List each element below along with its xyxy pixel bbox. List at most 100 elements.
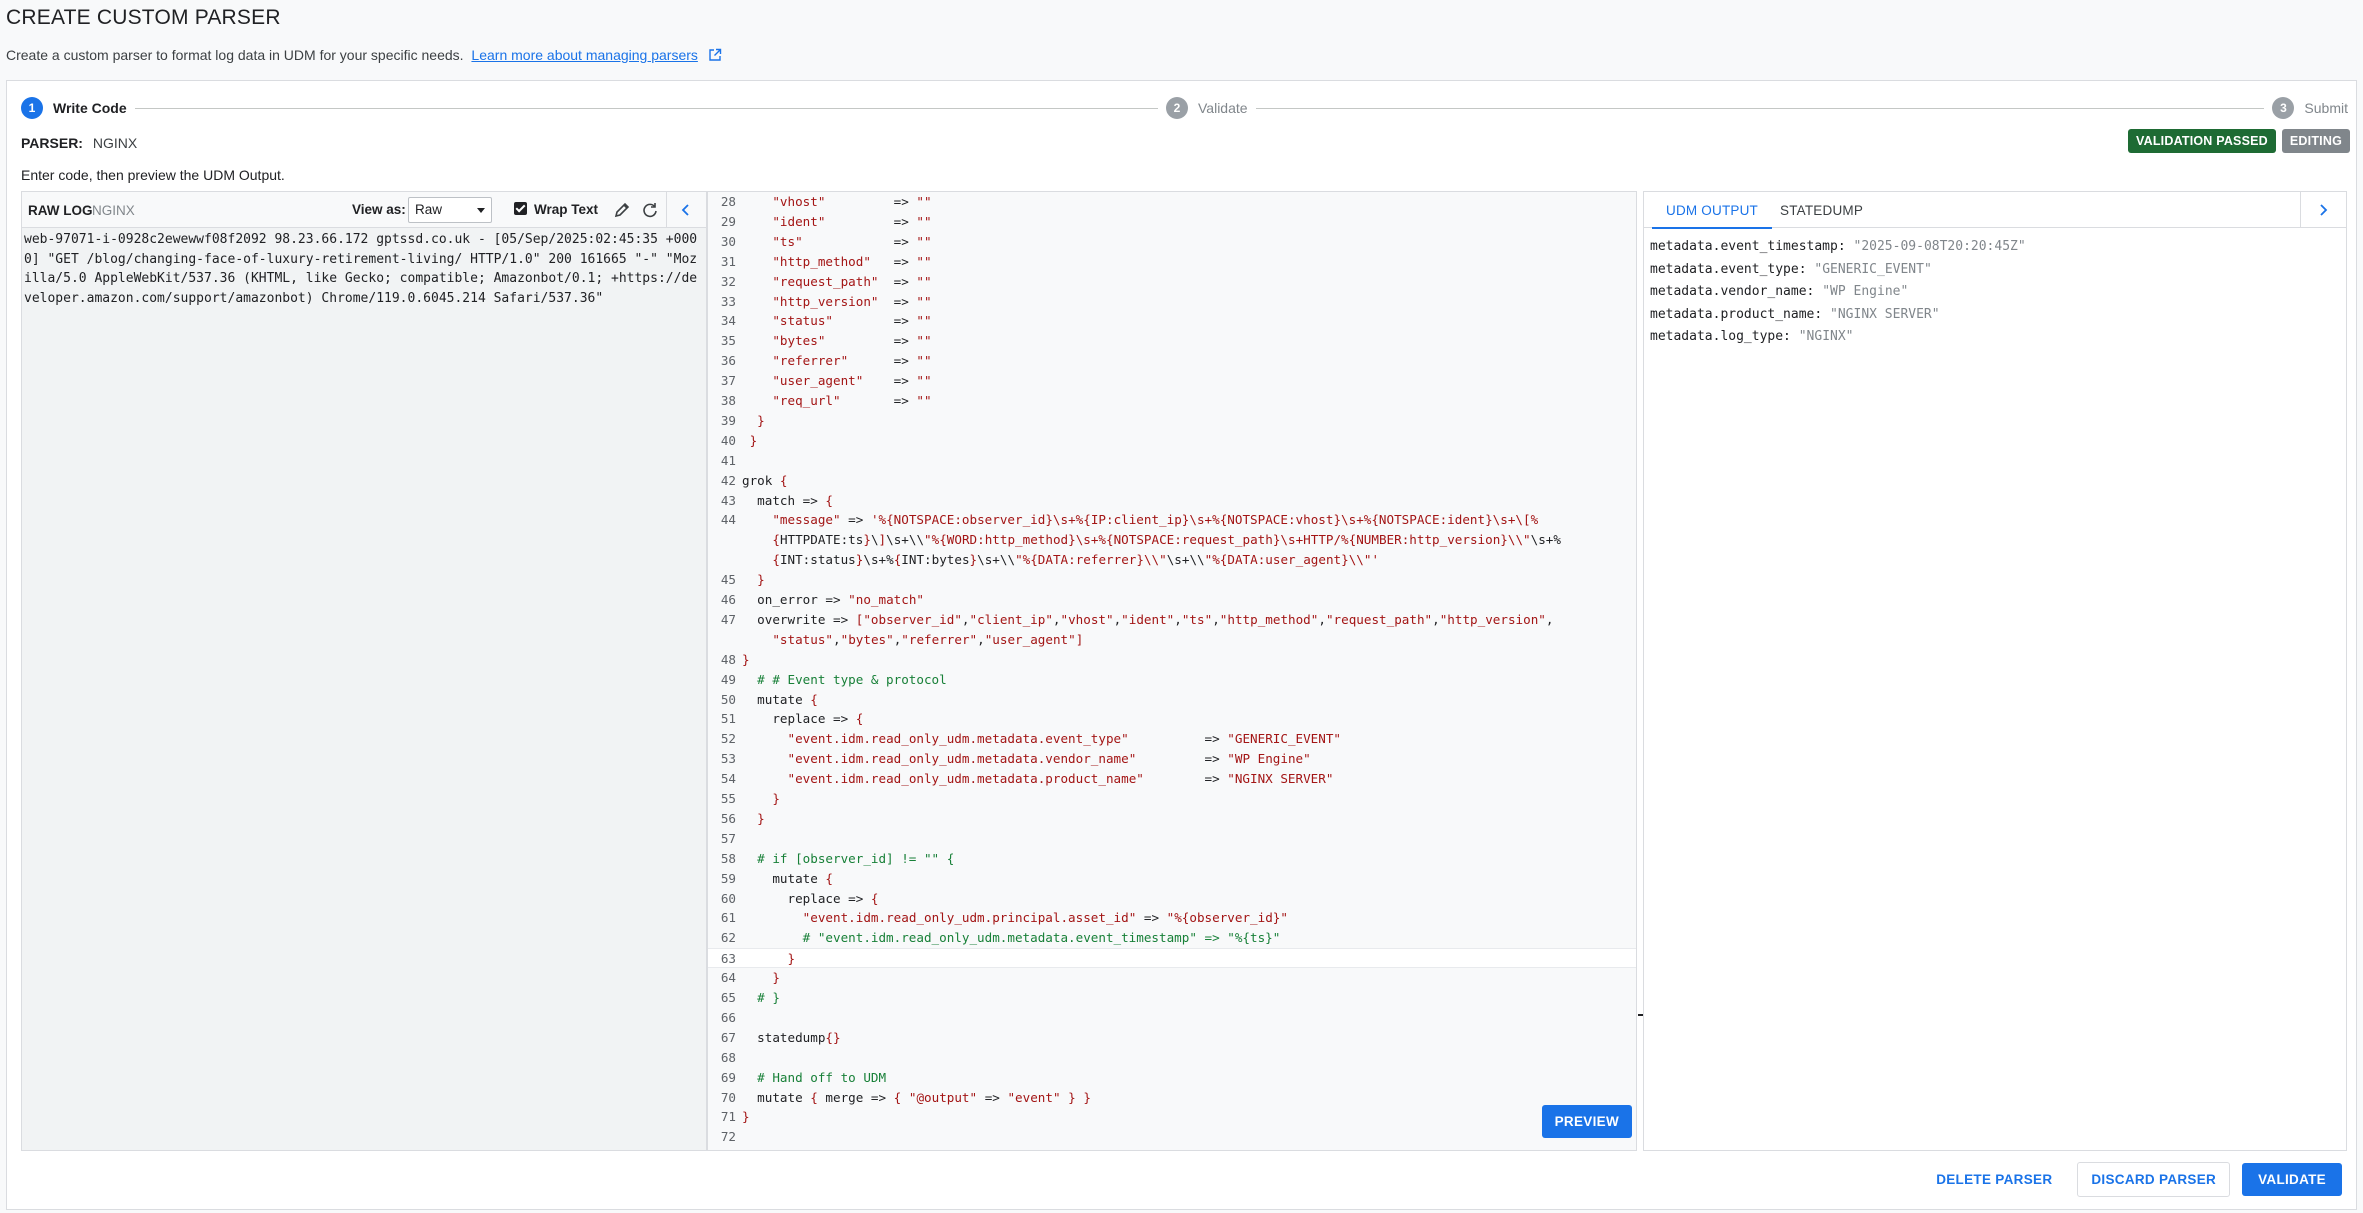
delete-parser-button[interactable]: DELETE PARSER — [1923, 1163, 2066, 1196]
line-number: 63 — [720, 951, 736, 967]
output-key: metadata.event_type: — [1650, 261, 1807, 277]
code-text: grok { — [742, 472, 788, 488]
step-write-code[interactable]: 1 Write Code — [21, 97, 135, 119]
step-validate[interactable]: 2 Validate — [1158, 97, 1256, 119]
code-line[interactable]: 60 replace => { — [708, 889, 1636, 909]
tab-statedump[interactable]: STATEDUMP — [1780, 203, 1863, 218]
code-line[interactable]: {HTTPDATE:ts}\]\s+\\"%{WORD:http_method}… — [708, 530, 1636, 550]
line-number: 35 — [720, 333, 736, 349]
code-line[interactable]: 29 "ident" => "" — [708, 212, 1636, 232]
line-number: 46 — [720, 592, 736, 607]
validation-passed-badge: VALIDATION PASSED — [2128, 129, 2276, 153]
code-line[interactable]: 56 } — [708, 809, 1636, 829]
code-line[interactable]: 71} — [708, 1107, 1636, 1127]
code-line[interactable]: {INT:status}\s+%{INT:bytes}\s+\\"%{DATA:… — [708, 550, 1636, 570]
line-number: 39 — [720, 412, 736, 428]
code-line[interactable]: 30 "ts" => "" — [708, 232, 1636, 252]
view-as-select[interactable]: Raw — [408, 197, 492, 223]
code-line[interactable]: 32 "request_path" => "" — [708, 272, 1636, 292]
pencil-icon[interactable] — [612, 200, 632, 220]
code-line[interactable]: 50 mutate { — [708, 690, 1636, 710]
code-line[interactable]: 67 statedump{} — [708, 1028, 1636, 1048]
wrap-text-checkbox[interactable] — [514, 202, 527, 215]
code-line[interactable]: 63 } — [708, 948, 1636, 969]
learn-more-link[interactable]: Learn more about managing parsers — [471, 47, 697, 63]
line-number: 54 — [720, 771, 736, 787]
code-line[interactable]: 61 "event.idm.read_only_udm.principal.as… — [708, 908, 1636, 928]
tab-udm-output[interactable]: UDM OUTPUT — [1652, 203, 1772, 229]
collapse-output-button[interactable] — [2300, 192, 2346, 228]
code-line[interactable]: 49 # # Event type & protocol — [708, 670, 1636, 690]
external-link-icon[interactable] — [708, 48, 722, 62]
discard-parser-button[interactable]: DISCARD PARSER — [2077, 1162, 2231, 1197]
code-line[interactable]: 69 # Hand off to UDM — [708, 1068, 1636, 1088]
output-key: metadata.vendor_name: — [1650, 284, 1815, 299]
code-line[interactable]: 38 "req_url" => "" — [708, 391, 1636, 411]
line-number: 32 — [720, 273, 736, 289]
output-value: "WP Engine" — [1822, 284, 1909, 299]
code-line[interactable]: 58 # if [observer_id] != "" { — [708, 849, 1636, 869]
code-line[interactable]: 47 overwrite => ["observer_id","client_i… — [708, 610, 1636, 630]
code-line[interactable]: 51 replace => { — [708, 709, 1636, 729]
wrap-text-label[interactable]: Wrap Text — [534, 202, 598, 217]
code-line[interactable]: 45 } — [708, 570, 1636, 590]
output-key: metadata.log_type: — [1650, 329, 1791, 344]
validate-button[interactable]: VALIDATE — [2242, 1163, 2342, 1196]
preview-button[interactable]: PREVIEW — [1541, 1105, 1632, 1138]
editing-badge: EDITING — [2281, 129, 2350, 153]
line-number: 47 — [720, 611, 736, 627]
code-line[interactable]: "status","bytes","referrer","user_agent"… — [708, 630, 1636, 650]
step-label: Submit — [2304, 100, 2348, 116]
raw-log-content[interactable]: web-97071-i-0928c2ewewwf08f2092 98.23.66… — [22, 228, 706, 310]
code-line[interactable]: 64 } — [708, 968, 1636, 988]
code-line[interactable]: 43 match => { — [708, 491, 1636, 511]
line-number: 34 — [720, 313, 736, 329]
code-line[interactable]: 65 # } — [708, 988, 1636, 1008]
code-line[interactable]: 35 "bytes" => "" — [708, 331, 1636, 351]
code-line[interactable]: 59 mutate { — [708, 869, 1636, 889]
chevron-left-icon[interactable] — [676, 200, 696, 220]
code-text: "ident" => "" — [772, 213, 932, 229]
code-text: } — [757, 412, 765, 428]
step-number: 1 — [21, 97, 43, 119]
code-line[interactable]: 31 "http_method" => "" — [708, 252, 1636, 272]
code-line[interactable]: 55 } — [708, 789, 1636, 809]
code-line[interactable]: 33 "http_version" => "" — [708, 292, 1636, 312]
code-line[interactable]: 62 # "event.idm.read_only_udm.metadata.e… — [708, 928, 1636, 948]
code-line[interactable]: 52 "event.idm.read_only_udm.metadata.eve… — [708, 729, 1636, 749]
code-text: } — [742, 1109, 750, 1125]
code-line[interactable]: 46 on_error => "no_match" — [708, 590, 1636, 610]
code-line[interactable]: 54 "event.idm.read_only_udm.metadata.pro… — [708, 769, 1636, 789]
code-text: # # Event type & protocol — [742, 671, 947, 687]
code-line[interactable]: 40 } — [708, 431, 1636, 451]
line-number: 56 — [720, 810, 736, 826]
code-line[interactable]: 57 — [708, 829, 1636, 849]
code-text: } — [772, 970, 780, 986]
line-number: 31 — [720, 253, 736, 269]
code-editor-pane[interactable]: 28 "vhost" => "" 29 "ident" => "" 30 "ts" … — [707, 191, 1646, 1151]
line-number: 53 — [720, 751, 736, 767]
code-line[interactable]: 41 — [708, 451, 1636, 471]
page-description: Create a custom parser to format log dat… — [6, 47, 722, 63]
code-line[interactable]: 37 "user_agent" => "" — [708, 371, 1636, 391]
code-line[interactable]: 36 "referrer" => "" — [708, 351, 1636, 371]
line-number: 58 — [720, 850, 736, 866]
output-key: metadata.product_name: — [1650, 306, 1823, 322]
step-submit[interactable]: 3 Submit — [2264, 97, 2356, 119]
code-line[interactable]: 53 "event.idm.read_only_udm.metadata.ven… — [708, 749, 1636, 769]
refresh-icon[interactable] — [640, 200, 660, 220]
code-line[interactable]: 48} — [708, 650, 1636, 670]
code-line[interactable]: 72 — [708, 1127, 1636, 1147]
code-line[interactable]: 28 "vhost" => "" — [708, 192, 1636, 212]
code-text: "event.idm.read_only_udm.principal.asset… — [802, 910, 1288, 926]
code-text: # Hand off to UDM — [742, 1069, 887, 1085]
code-line[interactable]: 66 — [708, 1008, 1636, 1028]
code-line[interactable]: 39 } — [708, 411, 1636, 431]
code-line[interactable]: 68 — [708, 1048, 1636, 1068]
code-line[interactable]: 70 mutate { merge => { "@output" => "eve… — [708, 1088, 1636, 1108]
code-line[interactable]: 34 "status" => "" — [708, 311, 1636, 331]
code-text: } — [787, 951, 796, 967]
code-line[interactable]: 42 grok { — [708, 471, 1636, 491]
code-line[interactable]: 44 "message" => '%{NOTSPACE:observer_id}… — [708, 510, 1636, 530]
line-number: 65 — [720, 990, 736, 1005]
